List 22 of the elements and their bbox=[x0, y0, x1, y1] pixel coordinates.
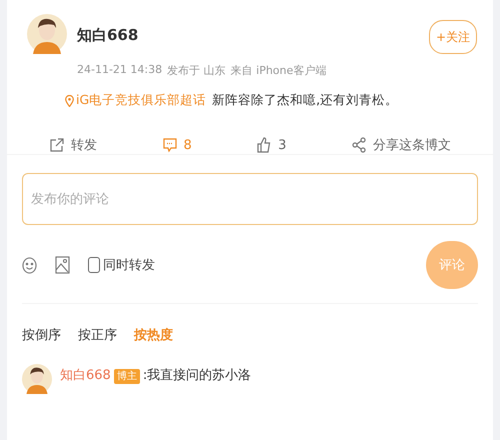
also-repost-checkbox[interactable]: 同时转发 bbox=[88, 256, 155, 274]
author-badge: 博主 bbox=[114, 369, 140, 384]
commenter-name[interactable]: 知白668 bbox=[60, 368, 111, 383]
share-icon bbox=[350, 137, 367, 153]
author-name[interactable]: 知白668 bbox=[77, 26, 419, 45]
share-button[interactable]: 分享这条博文 bbox=[350, 135, 451, 155]
sort-tab[interactable]: 按倒序 bbox=[22, 326, 61, 344]
repost-button[interactable]: 转发 bbox=[49, 135, 98, 155]
smiley-icon[interactable] bbox=[22, 256, 37, 274]
post-time: 24-11-21 14:38 bbox=[77, 63, 162, 78]
like-button[interactable]: 3 bbox=[256, 135, 286, 155]
edit-icon bbox=[49, 137, 66, 153]
comment-text: :我直接问的苏小洛 bbox=[142, 368, 252, 383]
comment-input[interactable]: 发布你的评论 bbox=[22, 173, 478, 225]
sort-tab[interactable]: 按正序 bbox=[78, 326, 117, 344]
post-location: 发布于 山东 bbox=[167, 63, 226, 78]
thumbs-up-icon bbox=[256, 137, 272, 153]
location-pin-icon bbox=[65, 94, 74, 106]
image-icon[interactable] bbox=[55, 256, 70, 274]
post-text: 新阵容除了杰和噫,还有刘青松。 bbox=[212, 92, 398, 109]
post-source: 来自 iPhone客户端 bbox=[230, 63, 326, 78]
comment-icon bbox=[162, 137, 178, 153]
